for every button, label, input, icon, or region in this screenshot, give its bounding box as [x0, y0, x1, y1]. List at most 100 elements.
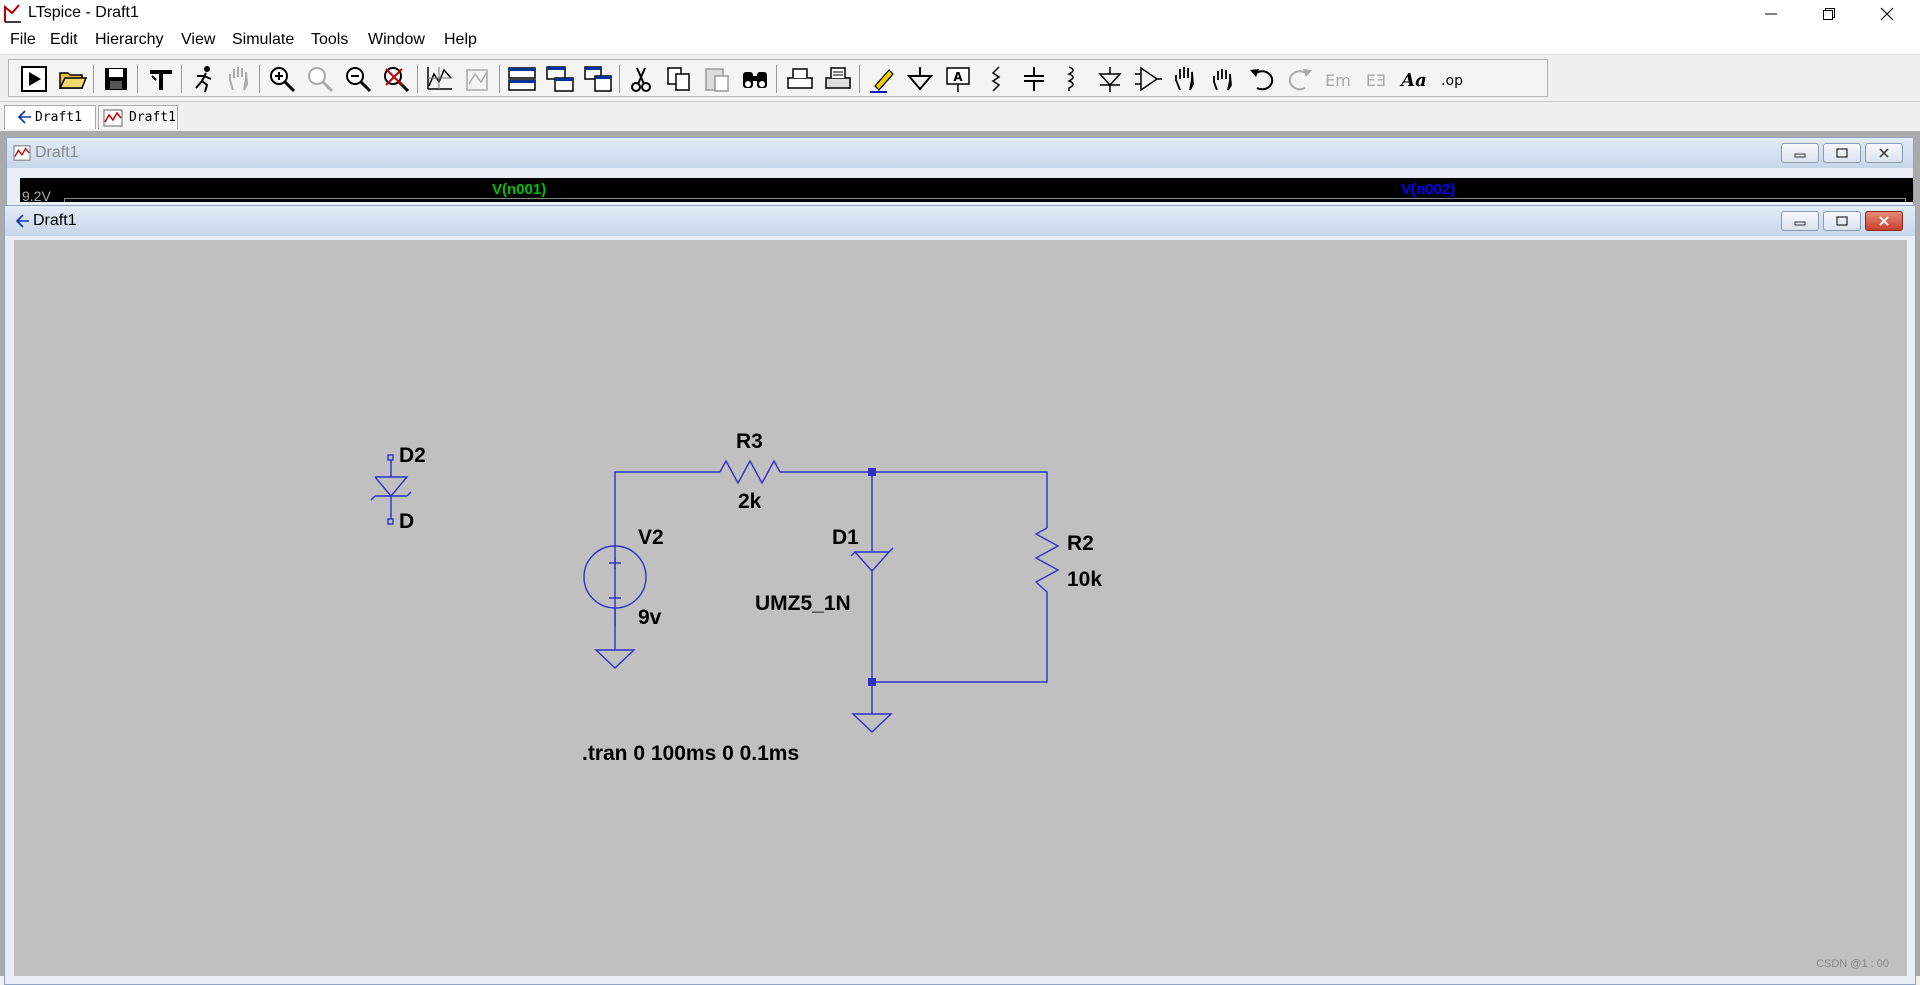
undo-icon[interactable]	[1247, 64, 1277, 94]
spice-directive-text[interactable]: .tran 0 100ms 0 0.1ms	[582, 742, 799, 766]
draw-wire-icon[interactable]	[867, 64, 897, 94]
watermark: CSDN @1 : 00	[1816, 958, 1889, 970]
plot-settings-icon[interactable]	[463, 64, 493, 94]
trace-label-vn002[interactable]: V(n002)	[1401, 181, 1455, 198]
waveform-icon	[13, 145, 31, 161]
find-icon[interactable]	[740, 64, 770, 94]
zoom-out-icon[interactable]	[343, 64, 373, 94]
rotate-icon[interactable]: Em	[1323, 64, 1353, 94]
close-icon	[1880, 7, 1894, 21]
d2-value-label[interactable]: D	[399, 510, 414, 534]
waveform-maximize-button[interactable]	[1823, 143, 1861, 163]
svg-text:Aa: Aa	[1399, 70, 1427, 91]
schematic-maximize-button[interactable]	[1823, 211, 1861, 231]
schematic-close-button[interactable]	[1865, 211, 1903, 231]
cut-icon[interactable]	[626, 64, 656, 94]
inductor-icon[interactable]	[1057, 64, 1087, 94]
print-setup-icon[interactable]	[785, 64, 815, 94]
autoscale-icon[interactable]	[425, 64, 455, 94]
waveform-minimize-button[interactable]	[1781, 143, 1819, 163]
toolbar: A Em EƎ Aa .op	[0, 55, 1920, 102]
run-icon[interactable]	[19, 64, 49, 94]
waveform-window-title: Draft1	[35, 144, 79, 161]
run-halt-icon[interactable]	[189, 64, 219, 94]
d2-name-label[interactable]: D2	[399, 444, 426, 468]
v2-value-label[interactable]: 9v	[638, 606, 661, 630]
redo-icon[interactable]	[1285, 64, 1315, 94]
minimize-button[interactable]	[1742, 0, 1800, 28]
waveform-plot-pane[interactable]: 9.2V V(n001) V(n002)	[20, 178, 1913, 202]
tab-label: Draft1	[129, 110, 176, 125]
ltspice-app-icon	[4, 4, 21, 23]
v2-name-label[interactable]: V2	[638, 526, 664, 550]
diode-icon[interactable]	[1095, 64, 1125, 94]
d1-value-label[interactable]: UMZ5_1N	[755, 592, 851, 616]
menu-view[interactable]: View	[181, 31, 215, 49]
menu-help[interactable]: Help	[444, 31, 477, 49]
schematic-window-title: Draft1	[33, 212, 77, 229]
schematic-icon	[15, 214, 29, 228]
menu-file[interactable]: File	[10, 31, 36, 49]
svg-text:EƎ: EƎ	[1366, 71, 1386, 90]
open-icon[interactable]	[57, 64, 87, 94]
pan-icon[interactable]	[224, 64, 254, 94]
resistor-r3	[719, 459, 781, 485]
maximize-icon	[1836, 216, 1848, 226]
capacitor-icon[interactable]	[1019, 64, 1049, 94]
save-icon[interactable]	[101, 64, 131, 94]
zoom-in-icon[interactable]	[267, 64, 297, 94]
zoom-area-icon[interactable]	[305, 64, 335, 94]
close-icon	[1879, 216, 1889, 226]
r2-value-label[interactable]: 10k	[1067, 568, 1102, 592]
tile-vertical-icon[interactable]	[583, 64, 613, 94]
close-icon	[1879, 148, 1889, 158]
drag-icon[interactable]	[1209, 64, 1239, 94]
trace-label-vn001[interactable]: V(n001)	[492, 181, 546, 198]
control-panel-icon[interactable]	[146, 64, 176, 94]
move-icon[interactable]	[1171, 64, 1201, 94]
d1-name-label[interactable]: D1	[832, 526, 859, 550]
menu-tools[interactable]: Tools	[311, 31, 348, 49]
r3-name-label[interactable]: R3	[736, 430, 763, 454]
zoom-fit-icon[interactable]	[381, 64, 411, 94]
paste-icon[interactable]	[702, 64, 732, 94]
label-net-icon[interactable]: A	[943, 64, 973, 94]
text-icon[interactable]: Aa	[1399, 64, 1429, 94]
tab-schematic-draft1[interactable]: Draft1	[4, 105, 96, 129]
minimize-icon	[1794, 221, 1806, 226]
spice-directive-icon[interactable]: .op	[1437, 64, 1467, 94]
schematic-canvas[interactable]: D2 D R3 2k V2 9v D1 UMZ5_1N R2 10k .tran…	[14, 240, 1907, 976]
component-icon[interactable]	[1133, 64, 1163, 94]
menu-window[interactable]: Window	[368, 31, 425, 49]
cascade-icon[interactable]	[545, 64, 575, 94]
menu-hierarchy[interactable]: Hierarchy	[95, 31, 163, 49]
menu-edit[interactable]: Edit	[50, 31, 78, 49]
close-button[interactable]	[1858, 0, 1916, 28]
wire-top-right	[780, 471, 1048, 528]
ground-icon[interactable]	[905, 64, 935, 94]
copy-icon[interactable]	[664, 64, 694, 94]
window-title: LTspice - Draft1	[28, 4, 139, 21]
menu-simulate[interactable]: Simulate	[232, 31, 294, 49]
plot-frame	[64, 198, 1906, 202]
waveform-window-titlebar[interactable]: Draft1	[7, 138, 1913, 168]
resistor-icon[interactable]	[981, 64, 1011, 94]
schematic-minimize-button[interactable]	[1781, 211, 1819, 231]
print-icon[interactable]	[823, 64, 853, 94]
waveform-close-button[interactable]	[1865, 143, 1903, 163]
restore-button[interactable]	[1800, 0, 1858, 28]
tile-horizontal-icon[interactable]	[507, 64, 537, 94]
tab-label: Draft1	[35, 110, 82, 125]
svg-text:.op: .op	[1441, 73, 1463, 89]
tab-waveform-draft1[interactable]: Draft1	[98, 105, 178, 129]
mirror-icon[interactable]: EƎ	[1361, 64, 1391, 94]
minimize-icon	[1765, 13, 1777, 15]
resistor-r2	[872, 527, 1060, 683]
schematic-window-titlebar[interactable]: Draft1	[5, 206, 1915, 236]
y-axis-tick-label: 9.2V	[22, 188, 51, 202]
r3-value-label[interactable]: 2k	[738, 490, 761, 514]
menu-bar: File Edit Hierarchy View Simulate Tools …	[0, 28, 1920, 55]
restore-icon	[1823, 8, 1835, 20]
minimize-icon	[1794, 153, 1806, 158]
r2-name-label[interactable]: R2	[1067, 532, 1094, 556]
